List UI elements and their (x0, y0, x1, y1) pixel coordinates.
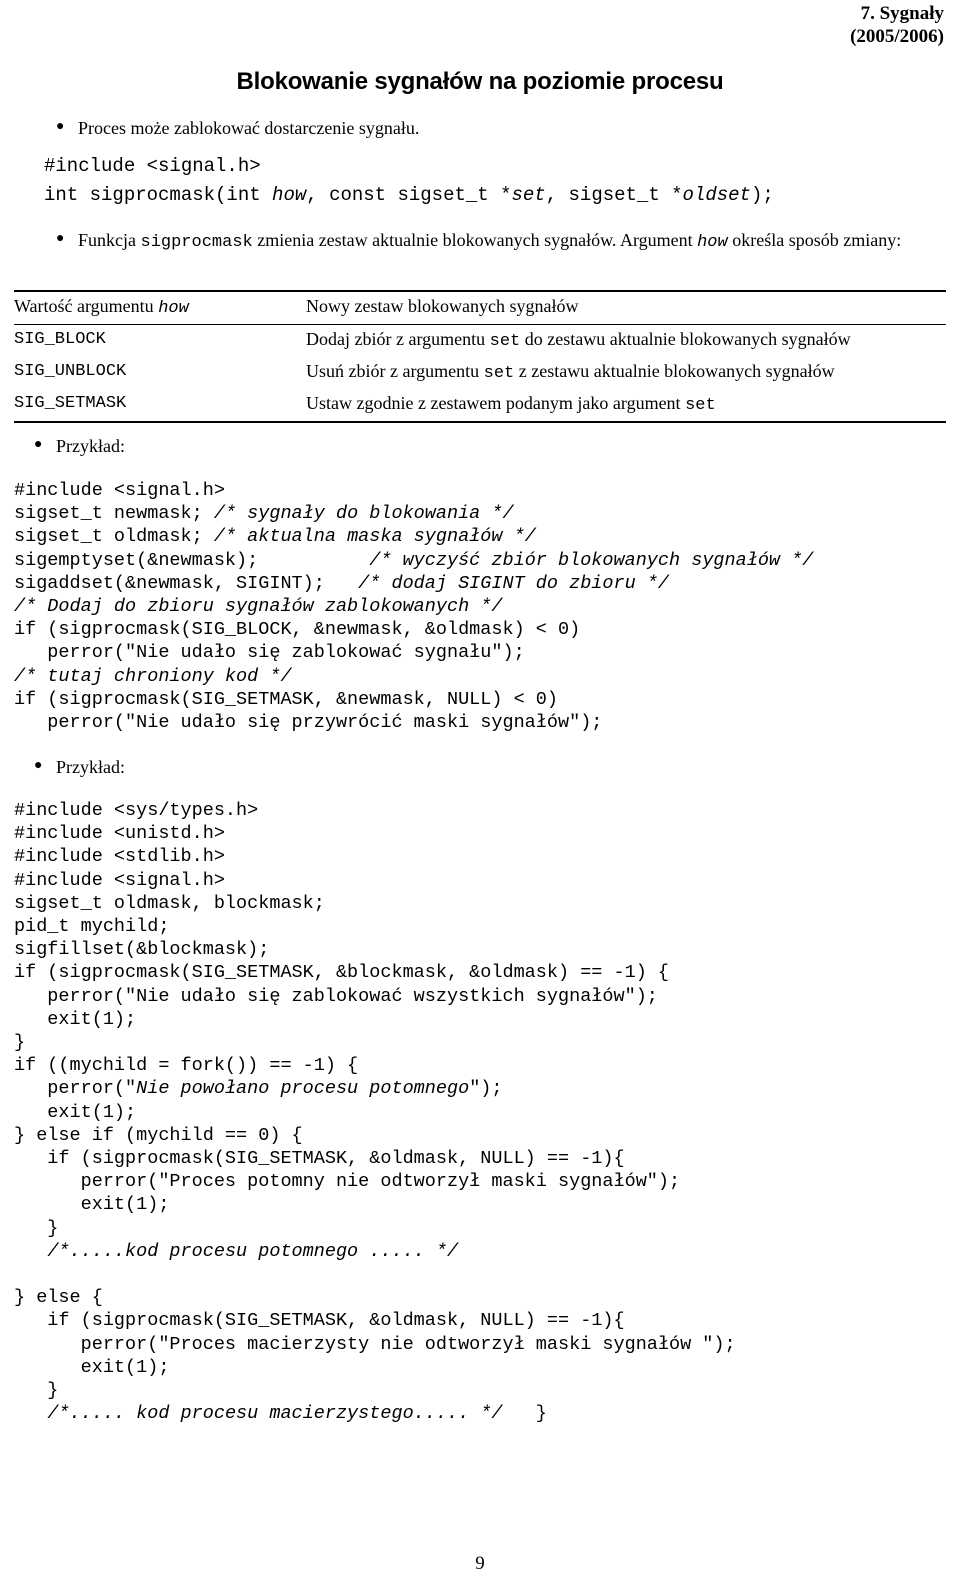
desc-pre: Ustaw zgodnie z zestawem podanym jako ar… (306, 393, 686, 413)
bullet-example-2-label: Przykład: (56, 757, 125, 777)
desc-arg-set: set (489, 332, 521, 351)
desc-arg-set: set (685, 396, 716, 415)
prototype-mid-2: , sigset_t * (545, 184, 683, 206)
table-cell-desc: Ustaw zgodnie z zestawem podanym jako ar… (306, 389, 946, 422)
signature-include-line: #include <signal.h> (44, 155, 261, 177)
page-title: Blokowanie sygnałów na poziomie procesu (236, 68, 724, 95)
bullet-example-1: ● Przykład: (30, 434, 430, 458)
bullet-intro: ● Proces może zablokować dostarczenie sy… (52, 116, 932, 140)
how-values-table: Wartość argumentu how Nowy zestaw blokow… (14, 290, 946, 423)
signature-prototype-line: int sigprocmask(int how, const sigset_t … (44, 184, 774, 206)
bullet-dot-icon: ● (56, 231, 65, 246)
desc-part-2: zmienia zestaw aktualnie blokowanych syg… (252, 230, 698, 250)
prototype-end: ); (750, 184, 774, 206)
table-cell-desc: Dodaj zbiór z argumentu set do zestawu a… (306, 325, 946, 358)
prototype-mid-1: , const sigset_t * (306, 184, 512, 206)
bullet-dot-icon: ● (34, 758, 43, 773)
table-head: Wartość argumentu how Nowy zestaw blokow… (14, 291, 946, 325)
desc-part-3: określa sposób zmiany: (727, 230, 902, 250)
desc-post: z zestawu aktualnie blokowanych sygnałów (514, 361, 835, 381)
table-row: SIG_BLOCK Dodaj zbiór z argumentu set do… (14, 325, 946, 358)
document-page: 7. Sygnały (2005/2006) Blokowanie sygnał… (0, 0, 960, 1593)
table-header-value-pre: Wartość argumentu (14, 296, 159, 316)
header-chapter-title: 7. Sygnały (860, 3, 944, 24)
desc-pre: Usuń zbiór z argumentu (306, 361, 484, 381)
function-signature-block: #include <signal.h> int sigprocmask(int … (44, 152, 774, 210)
table-header-desc: Nowy zestaw blokowanych sygnałów (306, 296, 579, 316)
desc-function-name: sigprocmask (140, 233, 253, 252)
bullet-intro-text: Proces może zablokować dostarczenie sygn… (78, 118, 420, 138)
prototype-pre: int sigprocmask(int (44, 184, 273, 206)
code-block-example-2: #include <sys/types.h> #include <unistd.… (14, 800, 736, 1425)
table-row: SIG_SETMASK Ustaw zgodnie z zestawem pod… (14, 389, 946, 422)
prototype-arg-set: set (511, 184, 546, 206)
bullet-description: ● Funkcja sigprocmask zmienia zestaw akt… (52, 228, 948, 255)
table-cell-value: SIG_SETMASK (14, 394, 127, 413)
bullet-example-2: ● Przykład: (30, 755, 430, 779)
table-header-value-arg: how (158, 299, 189, 318)
table-header-value: Wartość argumentu how (14, 291, 306, 325)
desc-pre: Dodaj zbiór z argumentu (306, 329, 490, 349)
desc-arg-set: set (483, 364, 515, 383)
table-cell-value: SIG_UNBLOCK (14, 362, 127, 381)
prototype-arg-oldset: oldset (682, 184, 751, 206)
header-academic-year: (2005/2006) (850, 26, 944, 47)
page-number: 9 (475, 1553, 485, 1574)
table-body: SIG_BLOCK Dodaj zbiór z argumentu set do… (14, 325, 946, 422)
code-block-example-1: #include <signal.h> sigset_t newmask; /*… (14, 480, 814, 734)
prototype-arg-how: how (272, 184, 307, 206)
table-cell-value: SIG_BLOCK (14, 330, 106, 349)
desc-post: do zestawu aktualnie blokowanych sygnałó… (520, 329, 851, 349)
running-header: 7. Sygnały (2005/2006) (850, 2, 944, 48)
desc-arg-how: how (697, 233, 728, 252)
table-header-row: Wartość argumentu how Nowy zestaw blokow… (14, 291, 946, 325)
bullet-dot-icon: ● (56, 119, 65, 134)
table-row: SIG_UNBLOCK Usuń zbiór z argumentu set z… (14, 357, 946, 389)
bullet-dot-icon: ● (34, 437, 43, 452)
desc-part-1: Funkcja (78, 230, 141, 250)
bullet-example-1-label: Przykład: (56, 436, 125, 456)
bullet-description-text: Funkcja sigprocmask zmienia zestaw aktua… (78, 228, 948, 255)
table-cell-desc: Usuń zbiór z argumentu set z zestawu akt… (306, 357, 946, 389)
